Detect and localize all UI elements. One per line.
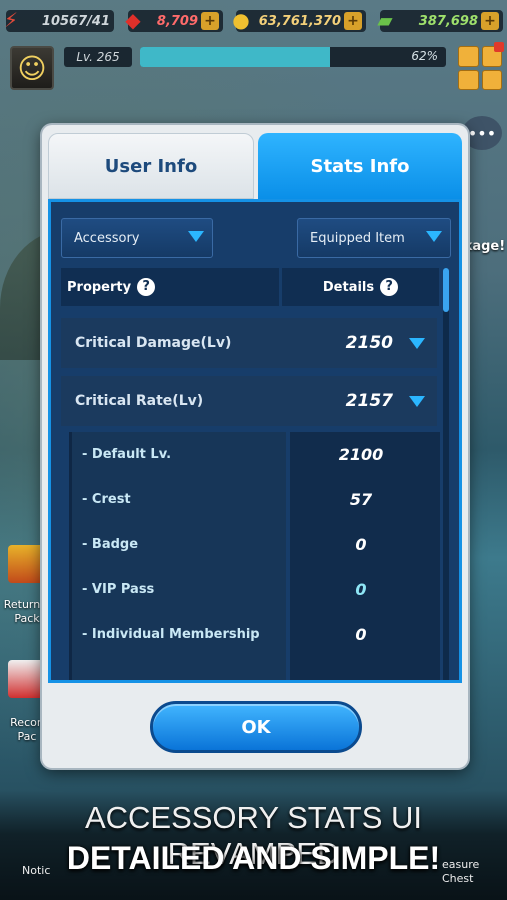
item-source-dropdown[interactable]: Equipped Item — [297, 218, 451, 258]
column-header-property: Property ? — [61, 268, 279, 306]
breakdown-value: 0 — [355, 534, 367, 554]
column-header-details: Details ? — [282, 268, 439, 306]
stat-label: Critical Damage(Lv) — [75, 335, 232, 351]
stat-value: 2157 — [345, 391, 393, 411]
breakdown-row: - Badge 0 — [72, 522, 440, 566]
player-avatar[interactable]: ☺ — [10, 46, 54, 90]
breakdown-label: - Default Lv. — [82, 446, 172, 462]
stats-panel: Accessory Equipped Item Property ? Detai… — [48, 199, 462, 683]
player-level: Lv. 265 — [64, 47, 132, 67]
scrollbar[interactable] — [443, 268, 449, 680]
stat-row-critical-rate[interactable]: Critical Rate(Lv) 2157 — [61, 376, 437, 426]
add-cash-button[interactable]: + — [481, 12, 499, 30]
breakdown-row: - Individual Membership 0 — [72, 612, 440, 656]
xp-progress-fill — [140, 47, 330, 67]
scrollbar-thumb[interactable] — [443, 268, 449, 312]
breakdown-label: - Individual Membership — [82, 626, 260, 642]
category-dropdown-value: Accessory — [74, 230, 140, 246]
stat-value: 2150 — [345, 333, 393, 353]
critical-rate-breakdown: - Default Lv. 2100 - Crest 57 - Badge 0 … — [69, 432, 440, 680]
cash-value: 387,698 — [418, 13, 478, 29]
property-header-label: Property — [67, 279, 132, 295]
stats-dialog: User Info Stats Info Accessory Equipped … — [42, 125, 468, 768]
table-header: Property ? Details ? — [61, 268, 439, 306]
tab-user-info[interactable]: User Info — [48, 133, 254, 199]
stat-label: Critical Rate(Lv) — [75, 393, 204, 409]
category-dropdown[interactable]: Accessory — [61, 218, 213, 258]
breakdown-value: 2100 — [338, 444, 384, 464]
breakdown-label: - VIP Pass — [82, 581, 155, 597]
breakdown-value: 0 — [355, 579, 367, 599]
tab-stats-info[interactable]: Stats Info — [258, 133, 462, 199]
breakdown-value: 57 — [349, 489, 373, 509]
cash-stack-icon: ▰ — [377, 8, 393, 32]
gold-coins-icon: ● — [232, 8, 250, 32]
breakdown-row: - VIP Pass 0 — [72, 567, 440, 611]
energy-counter: ⚡ 10567/41 — [4, 8, 114, 32]
stat-row-critical-damage[interactable]: Critical Damage(Lv) 2150 — [61, 318, 437, 368]
add-ruby-button[interactable]: + — [201, 12, 219, 30]
chevron-down-icon — [409, 395, 425, 407]
ok-button[interactable]: OK — [150, 701, 362, 753]
help-icon[interactable]: ? — [137, 278, 156, 296]
breakdown-value: 0 — [355, 624, 367, 644]
xp-percent: 62% — [411, 49, 438, 63]
gold-counter: ● 63,761,370 + — [232, 8, 366, 32]
breakdown-label: - Badge — [82, 536, 139, 552]
xp-progress-bar: 62% — [140, 47, 446, 67]
cash-counter: ▰ 387,698 + — [377, 8, 503, 32]
ruby-counter: ◆ 8,709 + — [125, 8, 223, 32]
resource-bar: ⚡ 10567/41 ◆ 8,709 + ● 63,761,370 + ▰ 38… — [0, 6, 507, 36]
ruby-gem-icon: ◆ — [125, 8, 141, 32]
chat-bubble-icon[interactable]: ••• — [462, 116, 502, 150]
details-header-label: Details — [322, 279, 375, 295]
chevron-down-icon — [409, 337, 425, 349]
notification-dot — [494, 42, 504, 52]
ruby-value: 8,709 — [156, 13, 198, 29]
breakdown-row: - Default Lv. 2100 — [72, 432, 440, 476]
lightning-icon: ⚡ — [3, 8, 19, 32]
breakdown-row: - Crest 57 — [72, 477, 440, 521]
grid-menu-icon[interactable] — [458, 46, 502, 90]
energy-value: 10567/41 — [41, 13, 110, 29]
breakdown-label: - Crest — [82, 491, 131, 507]
gold-value: 63,761,370 — [258, 13, 341, 29]
dialog-tabs: User Info Stats Info — [48, 133, 462, 199]
avatar-icon: ☺ — [17, 51, 47, 85]
caption-line-2: DETAILED AND SIMPLE! — [66, 840, 441, 876]
add-gold-button[interactable]: + — [344, 12, 362, 30]
help-icon[interactable]: ? — [380, 278, 399, 296]
chevron-down-icon — [426, 231, 442, 242]
item-source-dropdown-value: Equipped Item — [310, 230, 405, 246]
chevron-down-icon — [188, 231, 204, 242]
